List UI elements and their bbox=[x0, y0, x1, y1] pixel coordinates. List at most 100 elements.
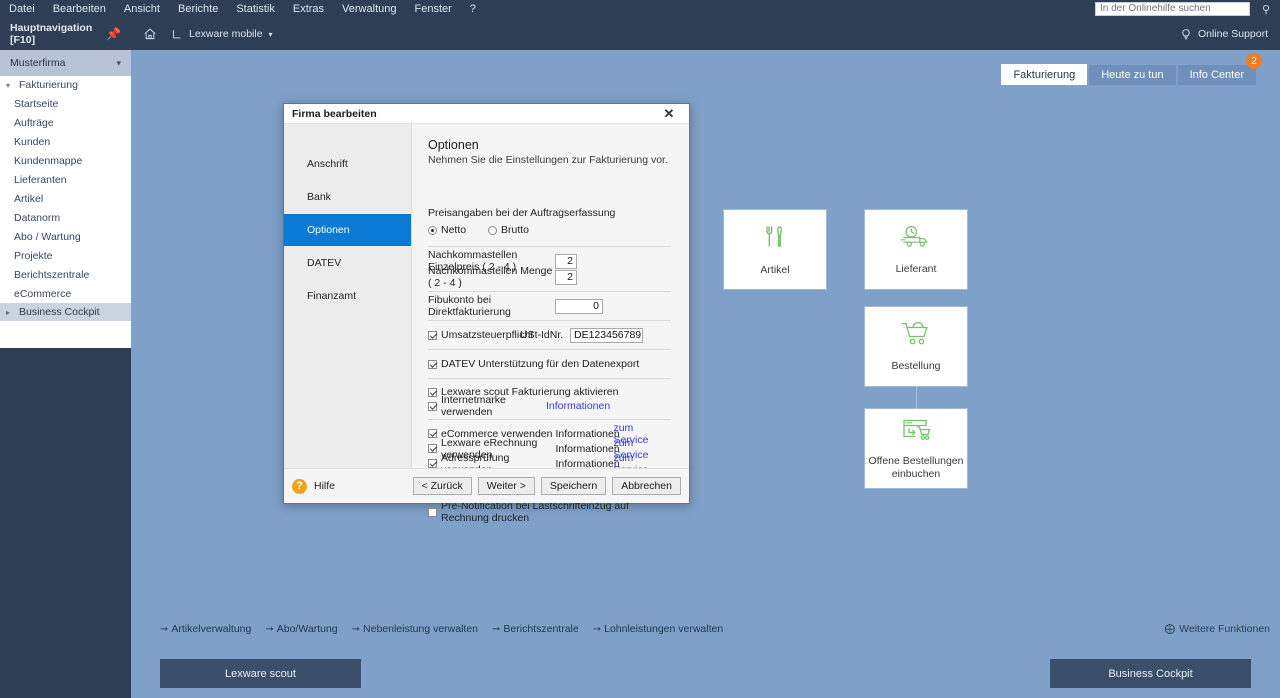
dialog-nav-optionen[interactable]: Optionen bbox=[284, 214, 411, 246]
quicklink-label: Abo/Wartung bbox=[276, 623, 338, 635]
quicklink-berichtszentrale[interactable]: ➞ Berichtszentrale bbox=[492, 623, 579, 635]
next-button[interactable]: Weiter > bbox=[477, 477, 535, 495]
chevron-down-icon[interactable]: ▾ bbox=[116, 58, 121, 69]
shopping-cart-icon bbox=[900, 320, 932, 352]
fibukonto-input[interactable]: 0 bbox=[555, 298, 603, 314]
sidebar-item-business-cockpit[interactable]: ▸ Business Cockpit bbox=[0, 303, 131, 321]
sidebar-item-abo-wartung[interactable]: Abo / Wartung bbox=[0, 227, 131, 246]
dialog-title-bar: Firma bearbeiten ✕ bbox=[284, 104, 689, 124]
quicklink-label: Nebenleistung verwalten bbox=[363, 623, 479, 635]
quicklink-label: Berichtszentrale bbox=[503, 623, 579, 635]
help-label[interactable]: Hilfe bbox=[314, 480, 335, 492]
online-support-link[interactable]: Online Support bbox=[1180, 28, 1268, 41]
sidebar-item-projekte[interactable]: Projekte bbox=[0, 246, 131, 265]
checkbox-indicator bbox=[428, 459, 437, 468]
internetmarke-informationen-link[interactable]: Informationen bbox=[546, 400, 610, 412]
sidebar-item-lieferanten[interactable]: Lieferanten bbox=[0, 170, 131, 189]
checkbox-indicator bbox=[428, 401, 437, 411]
menge-label: Nachkommastellen Menge ( 2 - 4 ) bbox=[428, 265, 553, 289]
business-cockpit-button[interactable]: Business Cockpit bbox=[1050, 659, 1251, 688]
datev-support-checkbox[interactable]: DATEV Unterstützung für den Datenexport bbox=[428, 358, 639, 370]
menu-item-ansicht[interactable]: Ansicht bbox=[115, 0, 169, 18]
close-icon[interactable]: ✕ bbox=[657, 104, 681, 124]
menu-item-berichte[interactable]: Berichte bbox=[169, 0, 227, 18]
divider bbox=[428, 320, 671, 321]
card-bestellung[interactable]: Bestellung bbox=[865, 307, 967, 386]
tab-info-center[interactable]: Info Center bbox=[1177, 65, 1256, 85]
more-functions-link[interactable]: ⨁ Weitere Funktionen bbox=[1165, 623, 1270, 635]
radio-brutto-indicator bbox=[488, 225, 497, 235]
help-icon[interactable]: ? bbox=[292, 478, 307, 494]
pin-icon[interactable]: 📌 bbox=[106, 27, 121, 41]
lexware-mobile-label: Lexware mobile bbox=[189, 28, 263, 40]
plus-circle-icon: ⨁ bbox=[1164, 623, 1176, 635]
info-center-badge: 2 bbox=[1246, 53, 1262, 69]
card-lieferant[interactable]: Lieferant bbox=[865, 210, 967, 289]
sidebar-item-auftraege[interactable]: Aufträge bbox=[0, 113, 131, 132]
card-label: Bestellung bbox=[891, 360, 941, 372]
checkbox-indicator bbox=[428, 429, 437, 438]
dialog-body: Anschrift Bank Optionen DATEV Finanzamt … bbox=[284, 124, 689, 524]
dialog-nav-finanzamt[interactable]: Finanzamt bbox=[284, 280, 411, 312]
chevron-down-icon[interactable]: ▾ bbox=[269, 30, 273, 39]
quicklink-artikelverwaltung[interactable]: ➞ Artikelverwaltung bbox=[160, 623, 251, 635]
sidebar-item-startseite[interactable]: Startseite bbox=[0, 94, 131, 113]
sidebar-section-label: Fakturierung bbox=[19, 79, 78, 91]
sidebar-item-ecommerce[interactable]: eCommerce bbox=[0, 284, 131, 303]
company-selector[interactable]: Musterfirma ▾ bbox=[0, 50, 131, 76]
radio-brutto[interactable]: Brutto bbox=[488, 224, 529, 236]
left-navigation-column: Hauptnavigation [F10] 📌 Musterfirma ▾ ▾ … bbox=[0, 18, 131, 698]
menu-item-statistik[interactable]: Statistik bbox=[227, 0, 284, 18]
prenotification-checkbox[interactable]: Pre-Notification bei Lastschrifteinzug a… bbox=[428, 500, 671, 524]
lexware-scout-button[interactable]: Lexware scout bbox=[160, 659, 361, 688]
sidebar-item-kundenmappe[interactable]: Kundenmappe bbox=[0, 151, 131, 170]
price-radio-group: Netto Brutto bbox=[428, 222, 671, 238]
einzelpreis-input[interactable]: 2 bbox=[555, 253, 577, 269]
quicklink-abo-wartung[interactable]: ➞ Abo/Wartung bbox=[265, 623, 337, 635]
search-icon[interactable]: ⚲ bbox=[1262, 3, 1270, 16]
quicklink-lohnleistungen-verwalten[interactable]: ➞ Lohnleistungen verwalten bbox=[593, 623, 723, 635]
dialog-buttons: < Zurück Weiter > Speichern Abbrechen bbox=[407, 477, 681, 495]
sidebar-item-datanorm[interactable]: Datanorm bbox=[0, 208, 131, 227]
dialog-nav-anschrift[interactable]: Anschrift bbox=[284, 148, 411, 180]
menu-item-verwaltung[interactable]: Verwaltung bbox=[333, 0, 405, 18]
sidebar-section-fakturierung[interactable]: ▾ Fakturierung bbox=[0, 76, 131, 94]
dialog-nav-datev[interactable]: DATEV bbox=[284, 247, 411, 279]
menu-item-datei[interactable]: Datei bbox=[0, 0, 44, 18]
dialog-footer: ? Hilfe < Zurück Weiter > Speichern Abbr… bbox=[284, 468, 689, 503]
menge-input[interactable]: 2 bbox=[555, 269, 577, 285]
quicklink-nebenleistung-verwalten[interactable]: ➞ Nebenleistung verwalten bbox=[352, 623, 478, 635]
lexware-mobile-menu[interactable]: Lexware mobile ▾ bbox=[171, 28, 273, 41]
sidebar-item-kunden[interactable]: Kunden bbox=[0, 132, 131, 151]
menu-item-fenster[interactable]: Fenster bbox=[405, 0, 460, 18]
sidebar-item-berichtszentrale[interactable]: Berichtszentrale bbox=[0, 265, 131, 284]
save-button[interactable]: Speichern bbox=[540, 477, 607, 495]
internetmarke-checkbox[interactable]: Internetmarke verwenden bbox=[428, 394, 546, 418]
arrow-right-icon: ➞ bbox=[160, 623, 169, 635]
ust-idnr-label: USt-IdNr. bbox=[520, 329, 564, 341]
menu-item-help[interactable]: ? bbox=[461, 0, 485, 18]
tab-heute-zu-tun[interactable]: Heute zu tun bbox=[1089, 65, 1176, 85]
dialog-nav-bank[interactable]: Bank bbox=[284, 181, 411, 213]
card-artikel[interactable]: Artikel bbox=[724, 210, 826, 289]
erechnung-informationen-link[interactable]: Informationen bbox=[555, 443, 619, 455]
card-offene-bestellungen-einbuchen[interactable]: Offene Bestellungen einbuchen bbox=[865, 409, 967, 488]
menu-item-extras[interactable]: Extras bbox=[284, 0, 333, 18]
cancel-button[interactable]: Abbrechen bbox=[612, 477, 681, 495]
home-icon[interactable] bbox=[143, 27, 157, 41]
ecommerce-informationen-link[interactable]: Informationen bbox=[555, 428, 619, 440]
radio-netto[interactable]: Netto bbox=[428, 224, 488, 236]
quicklink-label: Artikelverwaltung bbox=[171, 623, 252, 635]
arrow-right-icon: ➞ bbox=[592, 623, 602, 635]
menu-item-bearbeiten[interactable]: Bearbeiten bbox=[44, 0, 115, 18]
datev-support-label: DATEV Unterstützung für den Datenexport bbox=[441, 358, 640, 370]
tab-fakturierung[interactable]: Fakturierung bbox=[1001, 64, 1088, 85]
back-button[interactable]: < Zurück bbox=[412, 477, 472, 495]
card-label: Lieferant bbox=[895, 263, 937, 275]
sidebar-item-artikel[interactable]: Artikel bbox=[0, 189, 131, 208]
navigation-header: Hauptnavigation [F10] 📌 bbox=[0, 18, 131, 50]
ust-idnr-input[interactable]: DE123456789 bbox=[570, 327, 643, 343]
umsatzsteuerpflicht-checkbox[interactable]: Umsatzsteuerpflicht bbox=[428, 329, 533, 341]
card-label: Artikel bbox=[760, 264, 790, 276]
help-search-input[interactable]: In der Onlinehilfe suchen bbox=[1095, 2, 1250, 16]
